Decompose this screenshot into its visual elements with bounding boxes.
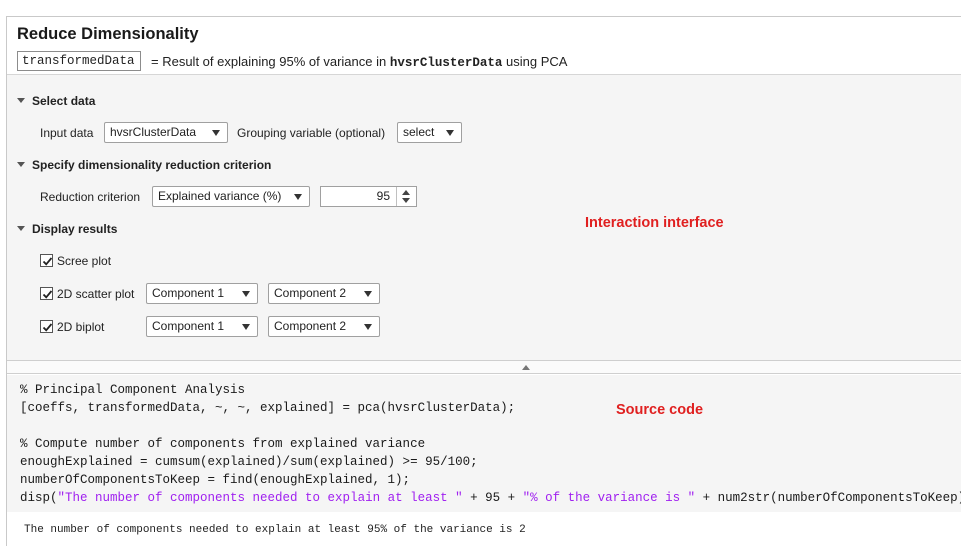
scatter-y-component-dropdown[interactable]: Component 2 bbox=[268, 283, 380, 304]
summary-prefix: = Result of explaining 95% of variance i… bbox=[151, 54, 387, 69]
section-display-results[interactable]: Display results bbox=[17, 222, 117, 236]
chevron-down-icon bbox=[294, 194, 302, 200]
section-criterion[interactable]: Specify dimensionality reduction criteri… bbox=[17, 158, 271, 172]
biplot-label: 2D biplot bbox=[57, 320, 105, 334]
chevron-down-icon bbox=[446, 130, 454, 136]
code-line-7: disp("The number of components needed to… bbox=[20, 491, 961, 505]
chevron-down-icon bbox=[364, 324, 372, 330]
input-data-label: Input data bbox=[40, 126, 94, 140]
code-line-6: numberOfComponentsToKeep = find(enoughEx… bbox=[20, 473, 411, 487]
biplot-checkbox[interactable] bbox=[40, 320, 53, 333]
summary-suffix: using PCA bbox=[506, 54, 568, 69]
collapse-arrow-icon bbox=[17, 226, 25, 231]
spinner-buttons[interactable] bbox=[396, 187, 416, 206]
task-title: Reduce Dimensionality bbox=[17, 25, 199, 43]
command-output: The number of components needed to expla… bbox=[7, 512, 961, 546]
interaction-interface-annotation: Interaction interface bbox=[585, 215, 724, 231]
input-data-dropdown[interactable]: hvsrClusterData bbox=[104, 122, 228, 143]
spinner-up-icon[interactable] bbox=[402, 190, 410, 195]
task-summary: = Result of explaining 95% of variance i… bbox=[151, 54, 567, 70]
collapse-arrow-icon bbox=[17, 98, 25, 103]
scatter-plot-label: 2D scatter plot bbox=[57, 287, 135, 301]
source-code-annotation: Source code bbox=[616, 402, 704, 418]
variance-spinner[interactable]: 95 bbox=[320, 186, 417, 207]
grouping-variable-label: Grouping variable (optional) bbox=[237, 126, 386, 140]
chevron-down-icon bbox=[364, 291, 372, 297]
scatter-x-component-dropdown[interactable]: Component 1 bbox=[146, 283, 258, 304]
code-line-5: enoughExplained = cumsum(explained)/sum(… bbox=[20, 455, 478, 469]
summary-variable: hvsrClusterData bbox=[389, 56, 503, 70]
biplot-y-component-dropdown[interactable]: Component 2 bbox=[268, 316, 380, 337]
scree-plot-label: Scree plot bbox=[57, 254, 112, 268]
collapse-up-icon[interactable] bbox=[522, 365, 530, 370]
reduction-criterion-dropdown[interactable]: Explained variance (%) bbox=[152, 186, 310, 207]
reduction-criterion-label: Reduction criterion bbox=[40, 190, 141, 204]
output-variable-field[interactable]: transformedData bbox=[17, 51, 141, 71]
variance-value: 95 bbox=[376, 189, 390, 203]
grouping-variable-dropdown[interactable]: select bbox=[397, 122, 462, 143]
section-select-data[interactable]: Select data bbox=[17, 94, 95, 108]
biplot-x-component-dropdown[interactable]: Component 1 bbox=[146, 316, 258, 337]
code-line-1: % Principal Component Analysis bbox=[20, 383, 246, 397]
chevron-down-icon bbox=[242, 291, 250, 297]
chevron-down-icon bbox=[242, 324, 250, 330]
scree-plot-checkbox[interactable] bbox=[40, 254, 53, 267]
collapse-arrow-icon bbox=[17, 162, 25, 167]
source-code-panel[interactable]: % Principal Component Analysis [coeffs, … bbox=[7, 375, 961, 512]
code-line-2: [coeffs, transformedData, ~, ~, explaine… bbox=[20, 401, 516, 415]
panel-divider[interactable] bbox=[7, 360, 961, 374]
code-line-4: % Compute number of components from expl… bbox=[20, 437, 426, 451]
spinner-down-icon[interactable] bbox=[402, 198, 410, 203]
scatter-plot-checkbox[interactable] bbox=[40, 287, 53, 300]
chevron-down-icon bbox=[212, 130, 220, 136]
output-text: The number of components needed to expla… bbox=[24, 524, 526, 536]
